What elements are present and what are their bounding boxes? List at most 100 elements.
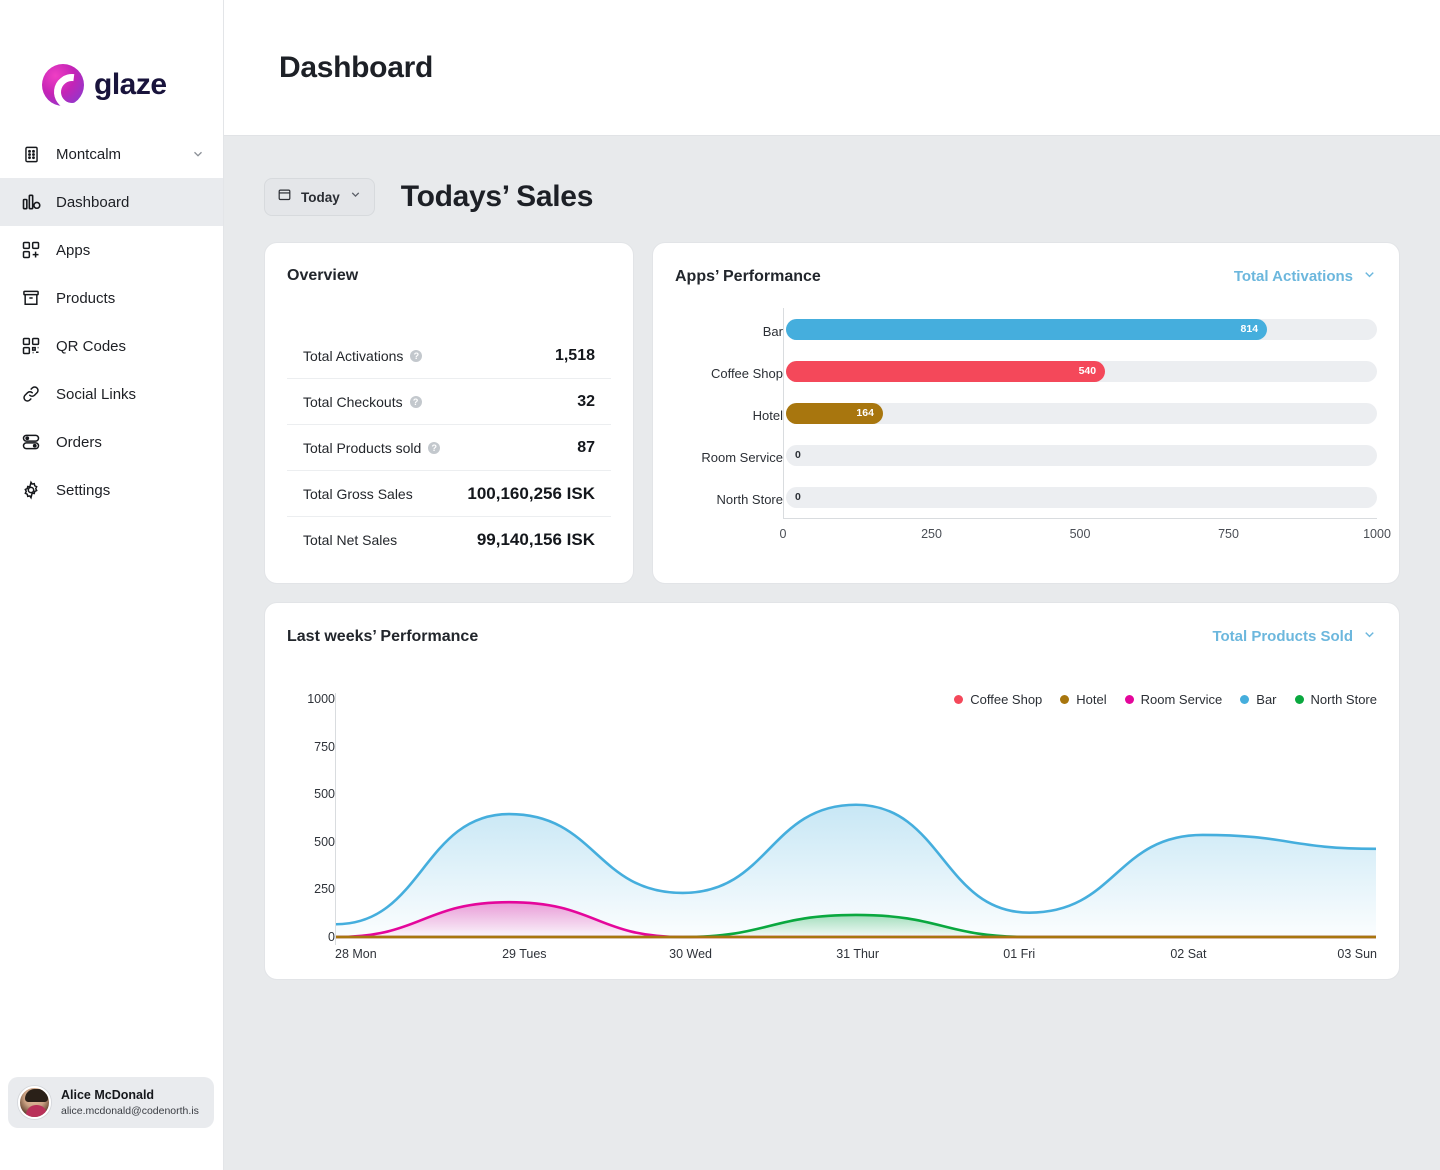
bar-category-label: Hotel — [752, 407, 783, 423]
apps-metric-dropdown[interactable]: Total Activations — [1234, 267, 1377, 286]
apps-metric-label: Total Activations — [1233, 268, 1353, 285]
y-axis-tick: 500 — [314, 834, 335, 849]
bar-fill: 814 — [786, 318, 1268, 340]
overview-row-label: Total Products sold — [303, 439, 422, 456]
x-axis-tick: 02 Sat — [1170, 947, 1207, 961]
overview-row-label: Total Activations — [303, 347, 404, 364]
x-axis-tick: 03 Sun — [1337, 947, 1377, 961]
page-title: Dashboard — [279, 50, 433, 84]
x-axis-tick: 750 — [1218, 527, 1239, 541]
bar-fill: 540 — [786, 360, 1106, 382]
overview-row: Total Gross Sales 100,160,256 ISK — [287, 471, 611, 517]
sidebar-item-settings[interactable]: Settings — [0, 466, 223, 514]
bar-chart-category-labels: Bar Coffee Shop Hotel Room Service North… — [675, 308, 783, 548]
chevron-down-icon — [349, 188, 362, 206]
sidebar-item-qr-codes[interactable]: QR Codes — [0, 322, 223, 370]
section-title: Todays’ Sales — [400, 180, 594, 213]
date-filter-dropdown[interactable]: Today — [264, 178, 375, 216]
overview-row: Total Activations ? 1,518 — [287, 333, 611, 379]
user-profile-card[interactable]: Alice McDonald alice.mcdonald@codenorth.… — [8, 1077, 214, 1128]
bar-category-label: Room Service — [701, 449, 783, 465]
bar-track: 814 — [786, 318, 1377, 340]
overview-row-value: 87 — [577, 438, 595, 456]
bar-fill: 0 — [786, 487, 804, 508]
qr-code-icon — [20, 335, 42, 357]
chevron-down-icon — [1362, 267, 1377, 286]
section-header: Today Todays’ Sales — [264, 178, 1400, 216]
x-axis-tick: 30 Wed — [669, 947, 712, 961]
bar-category-label: North Store — [716, 491, 783, 507]
sidebar-item-products[interactable]: Products — [0, 274, 223, 322]
bar-row: 0 — [786, 434, 1377, 476]
sidebar-item-apps[interactable]: Apps — [0, 226, 223, 274]
area-chart: 1000 750 500 500 250 0 — [287, 693, 1377, 945]
gear-icon — [20, 479, 42, 501]
area-chart-svg — [336, 803, 1376, 939]
apps-grid-plus-icon — [20, 239, 42, 261]
last-week-metric-label: Total Products Sold — [1212, 628, 1353, 645]
last-week-metric-dropdown[interactable]: Total Products Sold — [1212, 627, 1377, 646]
x-axis-tick: 31 Thur — [836, 947, 880, 961]
sidebar-item-dashboard[interactable]: Dashboard — [0, 178, 223, 226]
area-chart-plot — [335, 693, 1377, 945]
overview-row-value: 100,160,256 ISK — [467, 483, 595, 503]
y-axis-tick: 750 — [314, 739, 335, 754]
avatar — [18, 1086, 51, 1119]
overview-row-value: 1,518 — [554, 346, 595, 364]
sidebar-item-label: Dashboard — [56, 193, 130, 211]
y-axis-tick: 500 — [314, 787, 335, 801]
x-axis-tick: 1000 — [1363, 527, 1391, 541]
x-axis-tick: 500 — [1069, 527, 1091, 541]
overview-row-value: 99,140,156 ISK — [476, 530, 595, 549]
y-axis-tick: 0 — [328, 929, 335, 944]
overview-card: Overview Total Activations ? 1,518 Total — [264, 242, 634, 584]
top-bar: Dashboard — [224, 0, 1440, 136]
area-chart-x-axis: 28 Mon 29 Tues 30 Wed 31 Thur 01 Fri 02 … — [335, 947, 1377, 961]
info-icon[interactable]: ? — [428, 441, 441, 454]
sidebar-item-orders[interactable]: Orders — [0, 418, 223, 466]
bar-track: 0 — [786, 486, 1377, 508]
top-cards-row: Overview Total Activations ? 1,518 Total — [264, 242, 1400, 584]
bar-category-label: Bar — [762, 323, 783, 339]
box-icon — [20, 287, 42, 309]
overview-row: Total Net Sales 99,140,156 ISK — [287, 517, 611, 563]
building-icon — [20, 143, 42, 165]
chevron-down-icon — [1362, 627, 1377, 646]
brand-name: glaze — [94, 68, 167, 101]
sidebar-item-social-links[interactable]: Social Links — [0, 370, 223, 418]
sidebar-item-label: Products — [56, 289, 116, 307]
link-icon — [20, 383, 42, 405]
dashboard-app: glaze Montcalm Dashboard Apps Products Q… — [0, 0, 1440, 1170]
sidebar-item-label: QR Codes — [56, 337, 127, 355]
x-axis-tick: 250 — [921, 527, 942, 541]
bar-track: 0 — [786, 444, 1377, 466]
info-icon[interactable]: ? — [409, 395, 422, 408]
chevron-down-icon[interactable] — [191, 147, 205, 161]
bar-chart-icon — [20, 191, 42, 213]
x-axis-tick: 29 Tues — [502, 947, 547, 961]
sidebar-item-montcalm[interactable]: Montcalm — [0, 130, 223, 178]
bar-value-label: 0 — [795, 491, 801, 503]
brand-logo[interactable]: glaze — [0, 0, 223, 130]
y-axis-tick: 1000 — [307, 692, 335, 706]
overview-row-label: Total Checkouts — [303, 393, 403, 410]
content-area: Today Todays’ Sales Overview Total Activ… — [224, 136, 1440, 980]
overview-row: Total Checkouts ? 32 — [287, 379, 611, 425]
info-icon[interactable]: ? — [410, 349, 423, 362]
overview-row-label: Total Net Sales — [303, 532, 398, 548]
calendar-icon — [277, 187, 292, 207]
glaze-logo-icon — [42, 64, 84, 106]
bar-value-label: 540 — [1078, 365, 1097, 377]
bar-row: 540 — [786, 350, 1377, 392]
last-week-performance-card: Last weeks’ Performance Total Products S… — [264, 602, 1400, 980]
apps-performance-card: Apps’ Performance Total Activations Bar … — [652, 242, 1400, 584]
bar-value-label: 0 — [795, 449, 801, 461]
bar-row: 164 — [786, 392, 1377, 434]
bar-chart-x-axis: 0 250 500 750 1000 — [780, 518, 1391, 548]
bar-value-label: 164 — [856, 407, 874, 419]
bar-category-label: Coffee Shop — [710, 365, 783, 381]
user-name: Alice McDonald — [61, 1087, 155, 1102]
overview-list: Total Activations ? 1,518 Total Checkout… — [287, 333, 611, 563]
apps-performance-title: Apps’ Performance — [675, 267, 821, 285]
y-axis-tick: 250 — [314, 882, 335, 896]
